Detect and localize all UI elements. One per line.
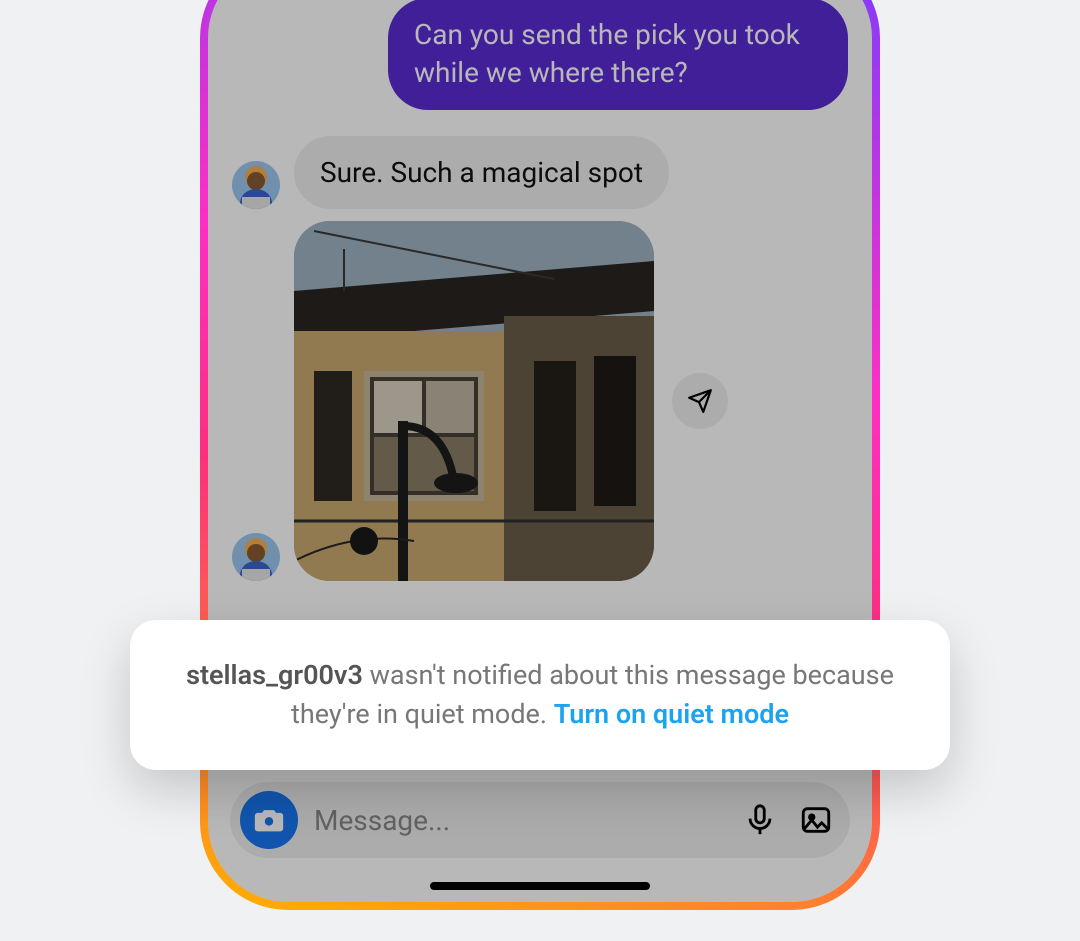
- avatar[interactable]: [232, 533, 280, 581]
- avatar-image: [232, 533, 280, 581]
- message-input[interactable]: Message...: [314, 804, 724, 837]
- message-text: Can you send the pick you took while we …: [414, 18, 800, 89]
- sent-message-bubble[interactable]: Can you send the pick you took while we …: [388, 0, 848, 110]
- image-icon: [799, 803, 833, 837]
- image-attachment[interactable]: [294, 221, 654, 581]
- camera-icon: [252, 803, 286, 837]
- phone-device: Can you send the pick you took while we …: [200, 0, 880, 910]
- turn-on-quiet-mode-link[interactable]: Turn on quiet mode: [554, 698, 789, 730]
- photo-building: [294, 221, 654, 581]
- received-message-bubble[interactable]: Sure. Such a magical spot: [294, 136, 669, 210]
- avatar[interactable]: [232, 161, 280, 209]
- message-row-received: Sure. Such a magical spot: [208, 116, 872, 216]
- message-input-bar: Message...: [230, 782, 850, 858]
- message-row-sent: Can you send the pick you took while we …: [208, 0, 872, 116]
- share-message-button[interactable]: [672, 373, 728, 429]
- message-text: Sure. Such a magical spot: [320, 156, 643, 189]
- input-placeholder-text: Message...: [314, 804, 450, 837]
- message-row-image: [208, 215, 872, 587]
- page-background: Can you send the pick you took while we …: [0, 0, 1080, 941]
- home-indicator[interactable]: [430, 882, 650, 890]
- camera-button[interactable]: [240, 791, 298, 849]
- gallery-button[interactable]: [796, 800, 836, 840]
- send-icon: [687, 388, 713, 414]
- microphone-icon: [743, 803, 777, 837]
- avatar-image: [232, 161, 280, 209]
- voice-message-button[interactable]: [740, 800, 780, 840]
- quiet-mode-notification: stellas_gr00v3 wasn't notified about thi…: [130, 620, 950, 770]
- notification-username: stellas_gr00v3: [186, 659, 363, 691]
